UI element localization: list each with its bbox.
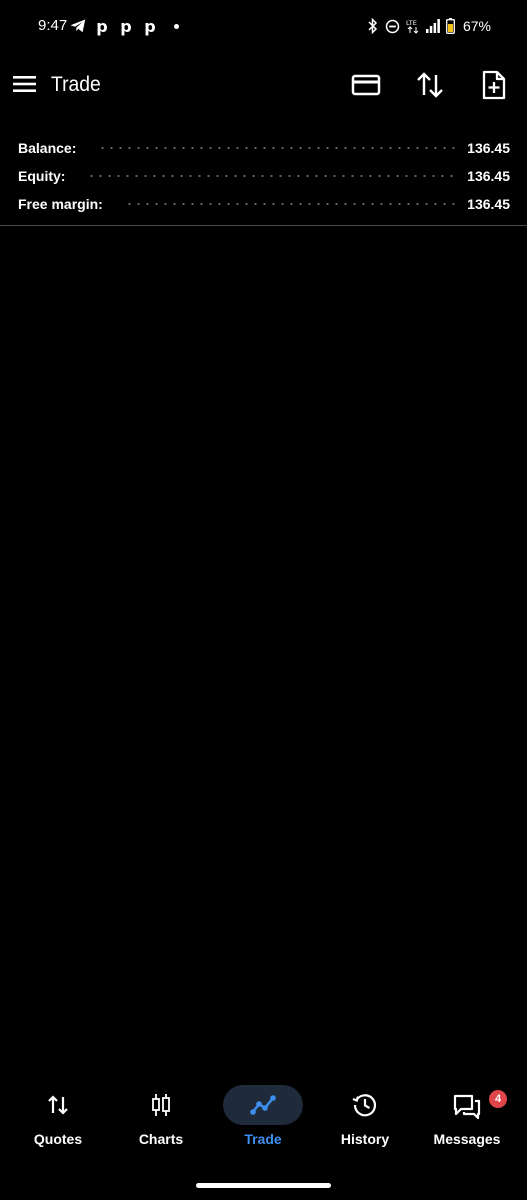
balance-value: 136.45 — [467, 140, 510, 156]
nav-quotes[interactable]: Quotes — [8, 1080, 108, 1156]
summary-divider — [0, 225, 527, 226]
sort-icon — [417, 72, 443, 98]
nav-quotes-label: Quotes — [33, 1131, 83, 1147]
payment-card-button[interactable] — [348, 68, 384, 102]
dotted-leader — [124, 203, 456, 205]
nav-messages-label: Messages — [433, 1131, 501, 1147]
status-left-icons: p p p — [70, 16, 179, 36]
battery-icon — [446, 18, 455, 34]
candlestick-chart-icon — [152, 1094, 170, 1116]
p-app-icon: p — [120, 16, 132, 36]
svg-text:LTE: LTE — [406, 19, 417, 27]
signal-icon — [425, 19, 440, 33]
nav-charts[interactable]: Charts — [111, 1080, 211, 1156]
nav-history-label: History — [340, 1131, 390, 1147]
nav-trade-label: Trade — [244, 1131, 282, 1147]
p-app-icon: p — [144, 16, 156, 36]
page-title: Trade — [51, 73, 101, 96]
new-order-button[interactable] — [476, 68, 512, 102]
dotted-leader — [87, 175, 456, 177]
history-clock-icon — [352, 1094, 377, 1117]
nav-trade[interactable]: Trade — [213, 1080, 313, 1156]
status-time: 9:47 — [38, 17, 68, 34]
free-margin-label: Free margin: — [18, 196, 103, 212]
nav-icon-container: 4 — [427, 1085, 507, 1125]
nav-messages[interactable]: 4 Messages — [417, 1080, 517, 1156]
equity-row: Equity: 136.45 — [18, 162, 510, 190]
nav-icon-container — [325, 1085, 405, 1125]
free-margin-value: 136.45 — [467, 196, 510, 212]
nav-icon-container-active — [223, 1085, 303, 1125]
balance-row: Balance: 136.45 — [18, 134, 510, 162]
account-summary: Balance: 136.45 Equity: 136.45 Free marg… — [18, 134, 510, 218]
battery-percentage: 67% — [462, 18, 491, 34]
equity-value: 136.45 — [467, 168, 510, 184]
hamburger-menu-icon — [13, 76, 36, 92]
quotes-arrows-icon — [48, 1095, 68, 1115]
home-indicator[interactable] — [196, 1183, 331, 1188]
nav-history[interactable]: History — [315, 1080, 415, 1156]
status-right-icons: LTE 67% — [367, 15, 491, 37]
new-document-icon — [482, 70, 506, 100]
notification-dot-icon — [174, 23, 179, 29]
card-icon — [351, 74, 381, 96]
p-app-icon: p — [96, 16, 108, 36]
app-bar: Trade — [0, 56, 527, 114]
nav-icon-container — [121, 1085, 201, 1125]
free-margin-row: Free margin: 136.45 — [18, 190, 510, 218]
trade-line-icon — [250, 1095, 276, 1115]
status-bar: 9:47 p p p LTE 67% — [0, 0, 527, 52]
lte-icon: LTE — [406, 19, 419, 34]
nav-icon-container — [18, 1085, 98, 1125]
menu-button[interactable] — [12, 72, 38, 96]
nav-charts-label: Charts — [138, 1131, 184, 1147]
dotted-leader — [98, 147, 456, 149]
balance-label: Balance: — [18, 140, 77, 156]
sort-button[interactable] — [412, 68, 448, 102]
bottom-navigation: Quotes Charts Trade History 4 Messages — [0, 1080, 527, 1160]
equity-label: Equity: — [18, 168, 66, 184]
dnd-icon — [385, 19, 400, 33]
telegram-icon — [70, 19, 86, 33]
messages-badge: 4 — [489, 1090, 507, 1108]
bluetooth-icon — [368, 18, 378, 34]
messages-chat-icon — [453, 1094, 481, 1119]
